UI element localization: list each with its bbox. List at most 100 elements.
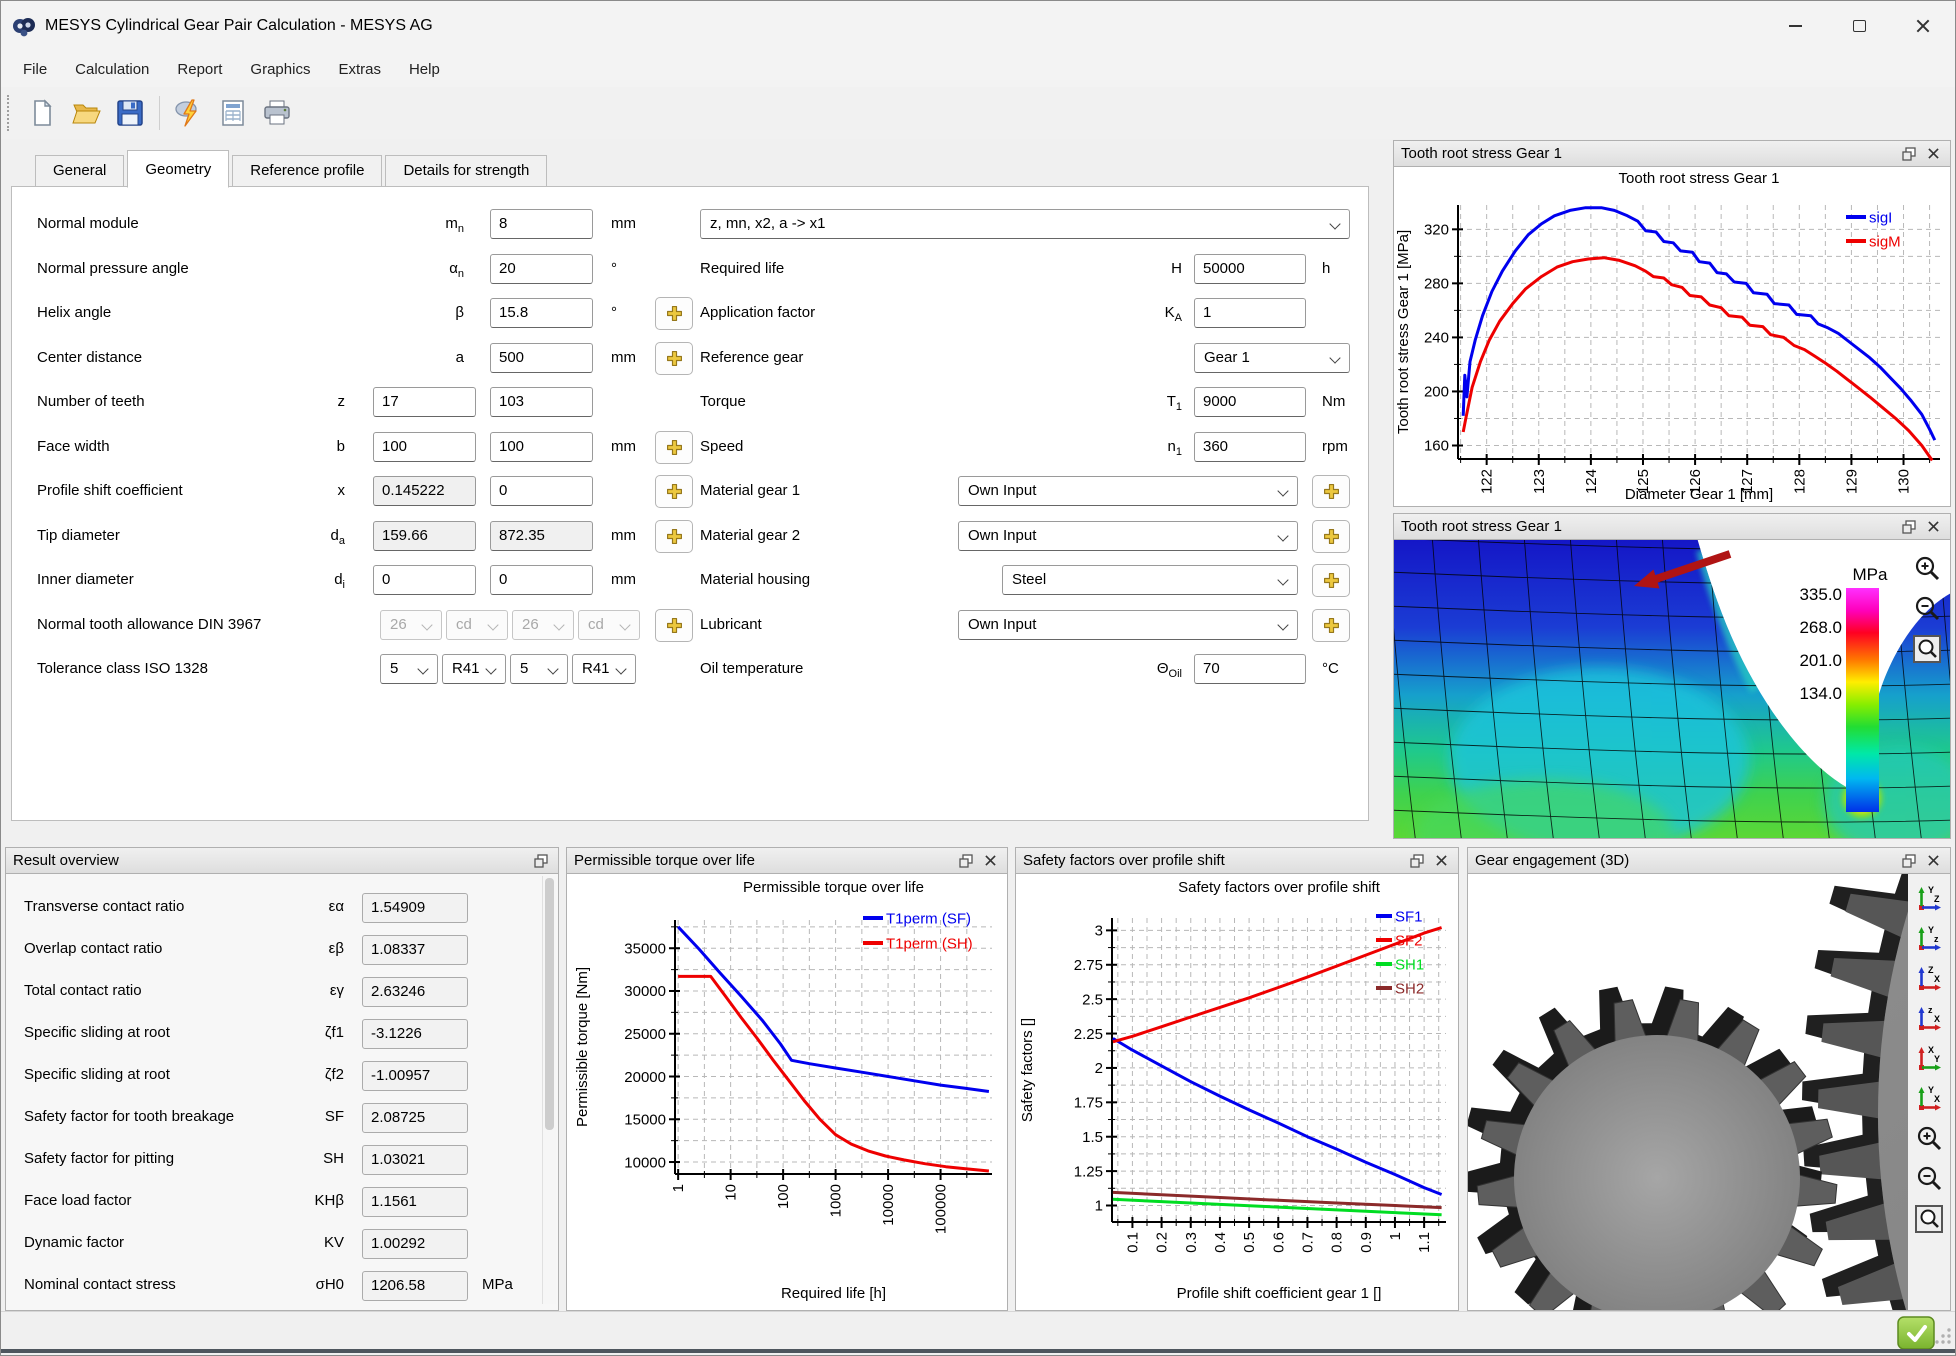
close-panel-button[interactable] [1923,145,1943,163]
toolbar-separator [159,96,160,130]
close-panel-button[interactable] [980,852,1000,870]
menu-item-graphics[interactable]: Graphics [236,55,324,84]
view-yz-button[interactable]: YZ [1912,882,1946,916]
add-button-material-housing[interactable] [1312,564,1350,597]
zoom-out-button[interactable] [1912,1162,1946,1196]
float-panel-button[interactable] [956,852,976,870]
combo-sizing-mode[interactable]: z, mn, x2, a -> x1 [700,209,1350,239]
panel-title: Result overview [13,852,527,869]
combo-material-gear-2[interactable]: Own Input [958,521,1298,551]
svg-text:X: X [1934,1014,1940,1024]
sizing-button-reference-gear[interactable] [655,342,693,375]
chevron-down-icon [1277,485,1288,496]
view-zy-button[interactable]: Yz [1912,922,1946,956]
print-button[interactable] [255,91,299,135]
unit-label: h [1322,260,1330,277]
symbol-label: KA [1110,304,1182,324]
close-button[interactable] [1891,1,1955,51]
menu-item-file[interactable]: File [9,55,61,84]
scrollbar-thumb[interactable] [545,878,554,1130]
scrollbar[interactable] [542,876,556,1304]
status-bar [1,1311,1955,1353]
view-zx-button[interactable]: ZX [1912,962,1946,996]
tab-reference-profile[interactable]: Reference profile [232,155,382,187]
svg-text:100: 100 [775,1184,792,1209]
tab-details-for-strength[interactable]: Details for strength [385,155,547,187]
svg-text:z: z [1928,1005,1933,1015]
input-application-factor[interactable]: 1 [1194,298,1306,328]
new-document-button[interactable] [20,91,64,135]
combo-material-housing[interactable]: Steel [1002,565,1298,595]
add-button-material-gear-2[interactable] [1312,520,1350,553]
save-file-button[interactable] [108,91,152,135]
result-value: 1.54909 [362,893,468,923]
zoom-in-button[interactable] [1910,552,1944,586]
float-panel-button[interactable] [1899,852,1919,870]
report-button[interactable] [211,91,255,135]
combo-value: Gear 1 [1204,349,1250,366]
float-panel-button[interactable] [1407,852,1427,870]
combo-reference-gear[interactable]: Gear 1 [1194,343,1350,373]
tooth-root-stress-chart: 1221231241251261271281291301602002402803… [1393,167,1951,507]
open-file-icon [71,98,101,128]
gear-3d-view[interactable]: YZYzZXzXXYYX [1467,874,1951,1311]
form-row: Required lifeH50000h [12,253,1368,286]
maximize-button[interactable] [1827,1,1891,51]
tab-geometry[interactable]: Geometry [127,150,229,188]
float-panel-button[interactable] [1899,145,1919,163]
input-required-life[interactable]: 50000 [1194,254,1306,284]
zoom-fit-button[interactable] [1910,632,1944,666]
sizing-button-material-gear-1[interactable] [655,475,693,508]
calculate-button[interactable] [167,91,211,135]
result-row: Face load factorKHβ1.1561 [6,1187,558,1218]
combo-material-gear-1[interactable]: Own Input [958,476,1298,506]
resize-grip[interactable] [1935,1328,1953,1351]
float-panel-button[interactable] [531,852,551,870]
zoom-out-button[interactable] [1910,592,1944,626]
input-oil-temperature[interactable]: 70 [1194,654,1306,684]
geometry-form: Normal modulemn8mmNormal pressure angleα… [11,186,1369,821]
tab-general[interactable]: General [35,155,124,187]
toolbar-grip[interactable] [7,95,13,131]
close-panel-button[interactable] [1431,852,1451,870]
minimize-button[interactable] [1763,1,1827,51]
plus-icon [666,528,683,545]
input-speed[interactable]: 360 [1194,432,1306,462]
toolbar [1,87,1955,139]
zoom-fit-button[interactable] [1912,1202,1946,1236]
form-row: Application factorKA1 [12,297,1368,330]
sizing-button-lubricant[interactable] [655,609,693,642]
view-xy-button[interactable]: XY [1912,1042,1946,1076]
result-symbol: εα [272,898,344,915]
panel-header: Gear engagement (3D) [1467,847,1951,874]
menu-item-calculation[interactable]: Calculation [61,55,163,84]
sizing-button-material-gear-2[interactable] [655,520,693,553]
close-panel-button[interactable] [1923,518,1943,536]
add-button-lubricant[interactable] [1312,609,1350,642]
sizing-button-speed[interactable] [655,431,693,464]
maximize-icon [1853,20,1866,32]
view-xz-button[interactable]: zX [1912,1002,1946,1036]
input-torque[interactable]: 9000 [1194,387,1306,417]
float-panel-button[interactable] [1899,518,1919,536]
menu-item-report[interactable]: Report [163,55,236,84]
svg-text:SF1: SF1 [1395,908,1423,925]
zoom-in-button[interactable] [1912,1122,1946,1156]
plus-icon [666,617,683,634]
unit-label: Nm [1322,393,1345,410]
close-panel-button[interactable] [1923,852,1943,870]
calculation-ok-button[interactable] [1897,1316,1935,1350]
svg-text:X: X [1934,1094,1940,1104]
menu-item-extras[interactable]: Extras [324,55,395,84]
view-yx-button[interactable]: YX [1912,1082,1946,1116]
combo-lubricant[interactable]: Own Input [958,610,1298,640]
open-file-button[interactable] [64,91,108,135]
sizing-button-application-factor[interactable] [655,297,693,330]
permissible-torque-chart: 1101001000100001000001000015000200002500… [566,874,1008,1311]
menu-item-help[interactable]: Help [395,55,454,84]
form-row: Material housingSteel [12,564,1368,597]
svg-text:0.3: 0.3 [1183,1232,1200,1253]
panel-header: Tooth root stress Gear 1 [1393,140,1951,167]
plus-icon [666,439,683,456]
add-button-material-gear-1[interactable] [1312,475,1350,508]
